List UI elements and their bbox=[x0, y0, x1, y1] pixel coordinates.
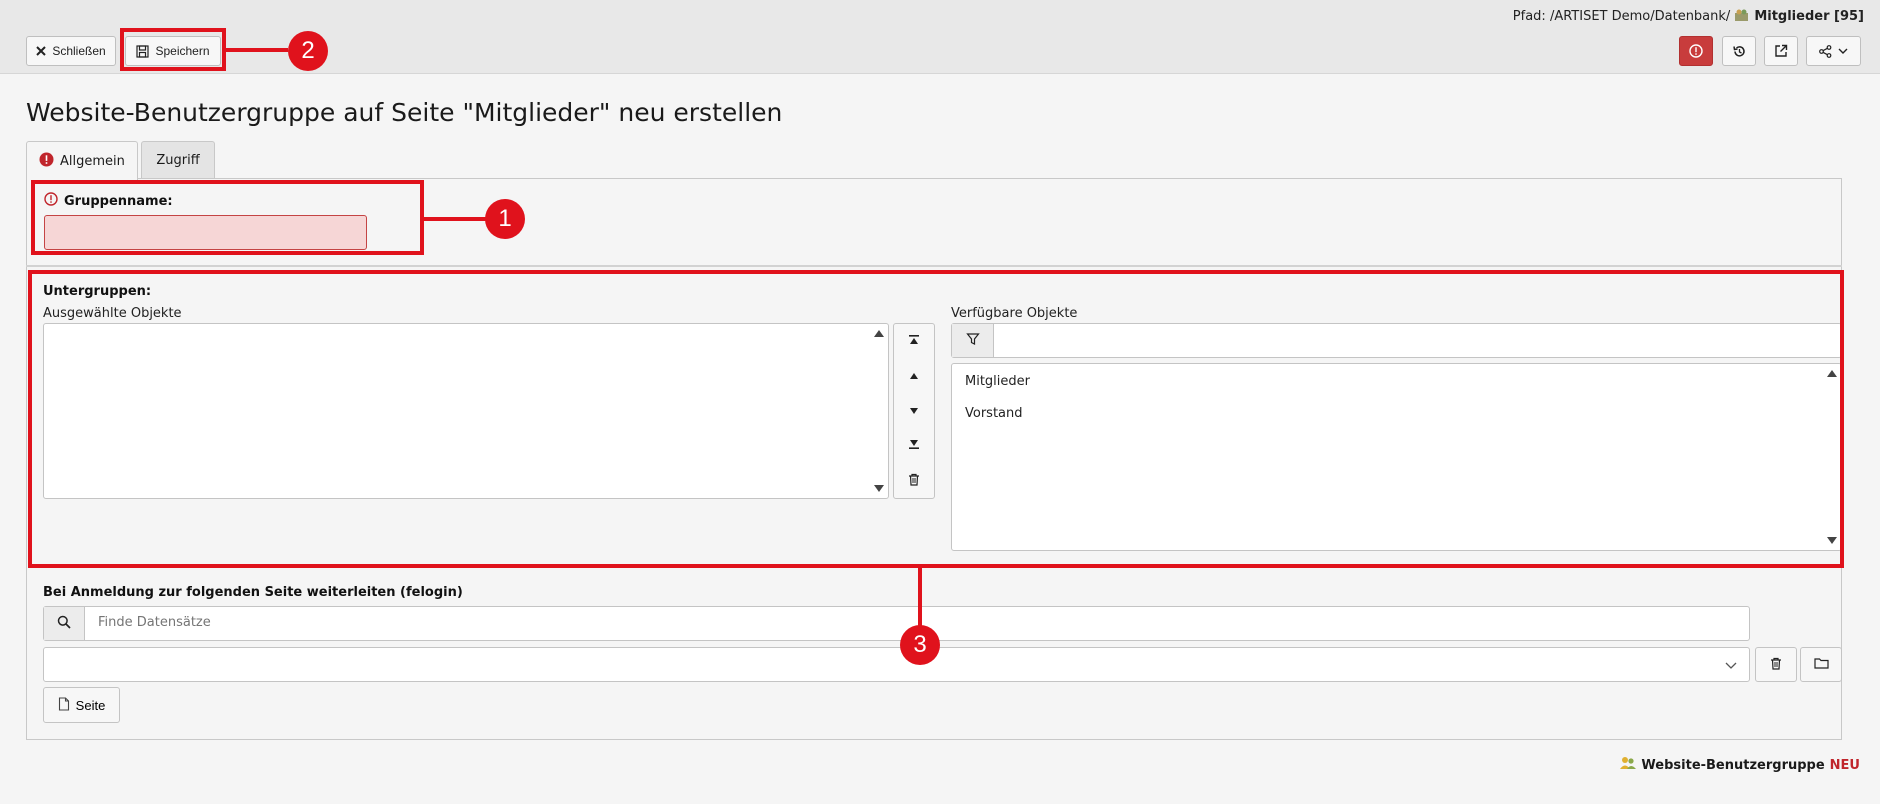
search-button[interactable] bbox=[44, 607, 85, 640]
close-icon bbox=[36, 46, 47, 56]
exclamation-circle-icon bbox=[1689, 44, 1703, 58]
save-button-label: Speichern bbox=[155, 44, 210, 58]
save-icon bbox=[136, 44, 150, 58]
search-input[interactable] bbox=[98, 615, 1698, 630]
record-state-badge: NEU bbox=[1829, 757, 1860, 773]
annotation-marker-2: 2 bbox=[288, 31, 328, 71]
history-icon bbox=[1732, 44, 1747, 59]
folder-icon bbox=[1813, 657, 1829, 672]
section-divider bbox=[26, 265, 1842, 267]
field-error-icon bbox=[44, 192, 58, 210]
move-to-bottom-icon bbox=[908, 438, 920, 454]
error-indicator-button[interactable] bbox=[1679, 36, 1713, 66]
filter-icon bbox=[965, 332, 980, 350]
record-search bbox=[43, 606, 1750, 641]
record-type: Website-Benutzergruppe bbox=[1641, 757, 1825, 773]
available-item[interactable]: Vorstand bbox=[965, 406, 1023, 421]
tab-allgemein-label: Allgemein bbox=[60, 153, 125, 169]
tab-zugriff-label: Zugriff bbox=[156, 153, 200, 168]
share-dropdown-button[interactable] bbox=[1806, 36, 1861, 66]
annotation-marker-1: 1 bbox=[485, 199, 525, 239]
move-down-button[interactable] bbox=[894, 394, 934, 428]
filter-input[interactable] bbox=[1002, 331, 1822, 346]
page-icon bbox=[58, 696, 70, 714]
browse-records-button[interactable] bbox=[1800, 647, 1842, 682]
tab-allgemein[interactable]: Allgemein bbox=[26, 141, 138, 180]
history-button[interactable] bbox=[1722, 36, 1756, 66]
docheader: Pfad: /ARTISET Demo/Datenbank/Mitglieder… bbox=[0, 0, 1880, 74]
scroll-down-arrow[interactable] bbox=[1827, 537, 1837, 544]
available-objects-label: Verfügbare Objekte bbox=[951, 306, 1078, 321]
save-button[interactable]: Speichern bbox=[125, 36, 221, 66]
share-icon bbox=[1819, 44, 1832, 58]
chevron-down-icon bbox=[1725, 659, 1737, 674]
scroll-up-arrow[interactable] bbox=[874, 330, 884, 337]
move-to-bottom-button[interactable] bbox=[894, 429, 934, 463]
tab-error-icon bbox=[39, 152, 54, 171]
filter-button[interactable] bbox=[952, 324, 994, 357]
breadcrumb-path: Pfad: /ARTISET Demo/Datenbank/ bbox=[1512, 9, 1731, 24]
tab-zugriff[interactable]: Zugriff bbox=[141, 141, 215, 179]
open-new-window-button[interactable] bbox=[1764, 36, 1798, 66]
group-name-label: Gruppenname: bbox=[44, 192, 173, 210]
add-page-button-label: Seite bbox=[75, 697, 106, 713]
annotation-connector bbox=[226, 48, 288, 52]
list-order-buttons bbox=[893, 323, 935, 499]
search-icon bbox=[57, 615, 71, 633]
selected-objects-label: Ausgewählte Objekte bbox=[43, 306, 182, 321]
add-page-button[interactable]: Seite bbox=[43, 687, 120, 723]
available-filter bbox=[951, 323, 1842, 358]
close-button-label: Schließen bbox=[52, 44, 106, 58]
available-objects-list[interactable]: Mitglieder Vorstand bbox=[951, 363, 1842, 551]
external-link-icon bbox=[1774, 44, 1788, 58]
page-title: Website-Benutzergruppe auf Seite "Mitgli… bbox=[26, 98, 783, 127]
subgroups-label: Untergruppen: bbox=[43, 284, 152, 299]
arrow-up-icon bbox=[909, 369, 919, 384]
record-info: Website-Benutzergruppe NEU bbox=[1620, 756, 1860, 774]
annotation-connector bbox=[424, 217, 486, 221]
delete-page-button[interactable] bbox=[1755, 647, 1797, 682]
annotation-connector bbox=[918, 568, 922, 626]
breadcrumb-current[interactable]: Mitglieder [95] bbox=[1754, 9, 1864, 24]
felogin-label: Bei Anmeldung zur folgenden Seite weiter… bbox=[43, 585, 463, 600]
breadcrumb: Pfad: /ARTISET Demo/Datenbank/Mitglieder… bbox=[1513, 9, 1864, 24]
available-item[interactable]: Mitglieder bbox=[965, 374, 1030, 389]
scroll-down-arrow[interactable] bbox=[874, 485, 884, 492]
chevron-down-icon bbox=[1838, 48, 1848, 55]
selected-objects-list[interactable] bbox=[43, 323, 889, 499]
page-select[interactable] bbox=[43, 647, 1750, 682]
close-button[interactable]: Schließen bbox=[26, 36, 116, 66]
arrow-down-icon bbox=[909, 404, 919, 419]
move-up-button[interactable] bbox=[894, 359, 934, 393]
scroll-up-arrow[interactable] bbox=[1827, 370, 1837, 377]
user-group-icon bbox=[1620, 756, 1637, 774]
move-to-top-icon bbox=[908, 334, 920, 350]
trash-icon bbox=[908, 473, 920, 490]
page-group-icon bbox=[1734, 9, 1750, 22]
trash-icon bbox=[1770, 657, 1782, 673]
group-name-input[interactable] bbox=[44, 215, 367, 250]
move-to-top-button[interactable] bbox=[894, 325, 934, 359]
group-name-label-text: Gruppenname: bbox=[64, 193, 173, 209]
remove-selected-button[interactable] bbox=[894, 464, 934, 498]
annotation-marker-3: 3 bbox=[900, 625, 940, 665]
